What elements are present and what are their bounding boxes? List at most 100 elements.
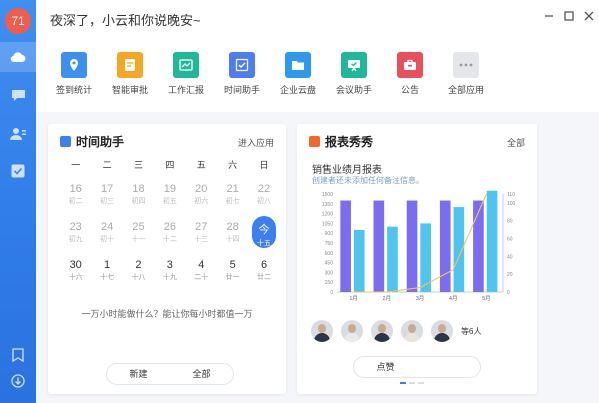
day-number: 16 — [69, 183, 82, 195]
new-button[interactable]: 新建 — [107, 364, 170, 384]
calendar-day[interactable]: 30 十六 — [60, 256, 91, 288]
day-number: 17 — [100, 183, 114, 195]
day-number: 19 — [163, 183, 176, 195]
calendar-day[interactable]: 3 十九 — [154, 256, 185, 288]
lunar-date: 廿一 — [225, 274, 240, 281]
avatar[interactable]: 71 — [5, 8, 31, 34]
lunar-date: 初九 — [68, 236, 83, 243]
y-tick-label: 1050 — [322, 221, 333, 227]
day-number: 1 — [104, 259, 111, 271]
avatar[interactable] — [401, 320, 423, 342]
report-icon — [173, 52, 199, 78]
bar — [340, 200, 351, 292]
calendar-day[interactable]: 22 初八 — [248, 180, 279, 212]
y-right-tick-label: 0 — [507, 290, 510, 296]
bar — [486, 190, 498, 292]
x-tick-label: 3月 — [416, 295, 425, 302]
calendar-day[interactable]: 6 廿二 — [248, 256, 279, 288]
calendar-day[interactable]: 27 十三 — [186, 218, 217, 250]
x-tick-label: 4月 — [449, 295, 458, 302]
all-reports-link[interactable]: 全部 — [507, 136, 525, 149]
calendar-day[interactable]: 5 廿一 — [217, 256, 248, 288]
greeting-text: 夜深了，小云和你说晚安~ — [50, 13, 201, 28]
day-number: 4 — [198, 259, 205, 271]
more-people-count: 等6人 — [461, 326, 482, 336]
lunar-date: 十一 — [131, 236, 146, 243]
enter-app-link[interactable]: 进入应用 — [238, 136, 274, 149]
weekday-label: 一 — [71, 160, 81, 170]
calendar-day[interactable]: 20 初六 — [186, 180, 217, 212]
avatar[interactable] — [311, 320, 333, 342]
day-number: 2 — [135, 259, 142, 271]
lunar-date: 十二 — [162, 236, 177, 243]
app-bulletin[interactable]: 公告 — [382, 52, 438, 96]
more-icon — [453, 52, 479, 78]
calendar-day[interactable]: 19 初五 — [154, 180, 185, 212]
app-meeting[interactable]: 会议助手 — [326, 52, 382, 96]
avatar[interactable] — [371, 320, 393, 342]
lunar-date: 二十 — [194, 274, 209, 281]
carousel-dots[interactable] — [400, 382, 427, 384]
calendar-day[interactable]: 26 十二 — [154, 218, 185, 250]
app-checkin[interactable]: 签到统计 — [46, 52, 102, 96]
calendar-today[interactable]: 今十五 — [248, 216, 279, 250]
lunar-date: 十五 — [257, 240, 272, 247]
lunar-date: 初二 — [68, 198, 83, 205]
y-right-tick-label: 110 — [507, 192, 515, 198]
calendar-day[interactable]: 4 二十 — [186, 256, 217, 288]
calendar-day[interactable]: 28 十四 — [217, 218, 248, 250]
app-all-apps[interactable]: 全部应用 — [438, 52, 494, 96]
x-tick-label: 2月 — [383, 295, 392, 302]
calendar-day[interactable]: 23 初九 — [60, 218, 91, 250]
app-work-report[interactable]: 工作汇报 — [158, 52, 214, 96]
app-time-assistant[interactable]: 时间助手 — [214, 52, 270, 96]
like-button[interactable]: 点赞 — [354, 357, 417, 377]
day-number: 21 — [226, 183, 239, 195]
calendar-day[interactable]: 21 初七 — [217, 180, 248, 212]
app-cloud-drive[interactable]: 企业云盘 — [270, 52, 326, 96]
day-number: 27 — [195, 221, 208, 233]
day-number: 25 — [132, 221, 145, 233]
app-shortcuts: 签到统计 智能审批 工作汇报 时间助手 企业云盘 会议助手 公告 全部应用 — [36, 34, 599, 112]
lunar-date: 廿二 — [257, 274, 272, 281]
avatar[interactable] — [341, 320, 363, 342]
weekday-label: 二 — [102, 160, 112, 170]
task-check-icon[interactable] — [0, 156, 36, 186]
card-title: 报表秀秀 — [325, 135, 374, 149]
liked-people: 等6人 — [311, 320, 481, 342]
lunar-date: 初八 — [257, 198, 272, 205]
weekday-label: 五 — [196, 160, 206, 170]
app-approval[interactable]: 智能审批 — [102, 52, 158, 96]
bar — [373, 200, 385, 292]
chat-icon[interactable] — [0, 80, 36, 110]
day-number: 今 — [258, 224, 270, 236]
download-icon[interactable] — [0, 366, 36, 396]
location-icon — [61, 52, 87, 78]
report-actions: 点赞 — [353, 356, 481, 378]
comment-button[interactable] — [417, 357, 480, 377]
calendar-day[interactable]: 25 十一 — [123, 218, 154, 250]
cloud-icon[interactable] — [0, 42, 36, 72]
minimize-icon[interactable] — [543, 9, 555, 21]
calendar-day[interactable]: 24 初十 — [91, 218, 122, 250]
lunar-date: 初五 — [162, 198, 177, 205]
calendar-day[interactable]: 1 十七 — [91, 256, 122, 288]
y-tick-label: 600 — [325, 251, 334, 257]
lunar-date: 十六 — [68, 274, 83, 281]
calendar-day[interactable]: 2 十八 — [123, 256, 154, 288]
maximize-icon[interactable] — [563, 9, 575, 21]
calendar-day[interactable]: 16 初二 — [60, 180, 91, 212]
all-button[interactable]: 全部 — [170, 364, 233, 384]
weekday-label: 日 — [259, 160, 269, 170]
avatar[interactable] — [431, 320, 453, 342]
motto-text: 一万小时能做什么？能让你每小时都值一万 — [81, 309, 253, 319]
lunar-date: 十八 — [131, 274, 146, 281]
calendar-day[interactable]: 18 初四 — [123, 180, 154, 212]
x-tick-label: 5月 — [482, 295, 491, 302]
contacts-icon[interactable] — [0, 118, 36, 148]
calendar-day[interactable]: 17 初三 — [91, 180, 122, 212]
close-icon[interactable] — [583, 9, 595, 21]
meeting-icon — [341, 52, 367, 78]
y-tick-label: 0 — [330, 290, 333, 296]
day-number: 18 — [132, 183, 145, 195]
